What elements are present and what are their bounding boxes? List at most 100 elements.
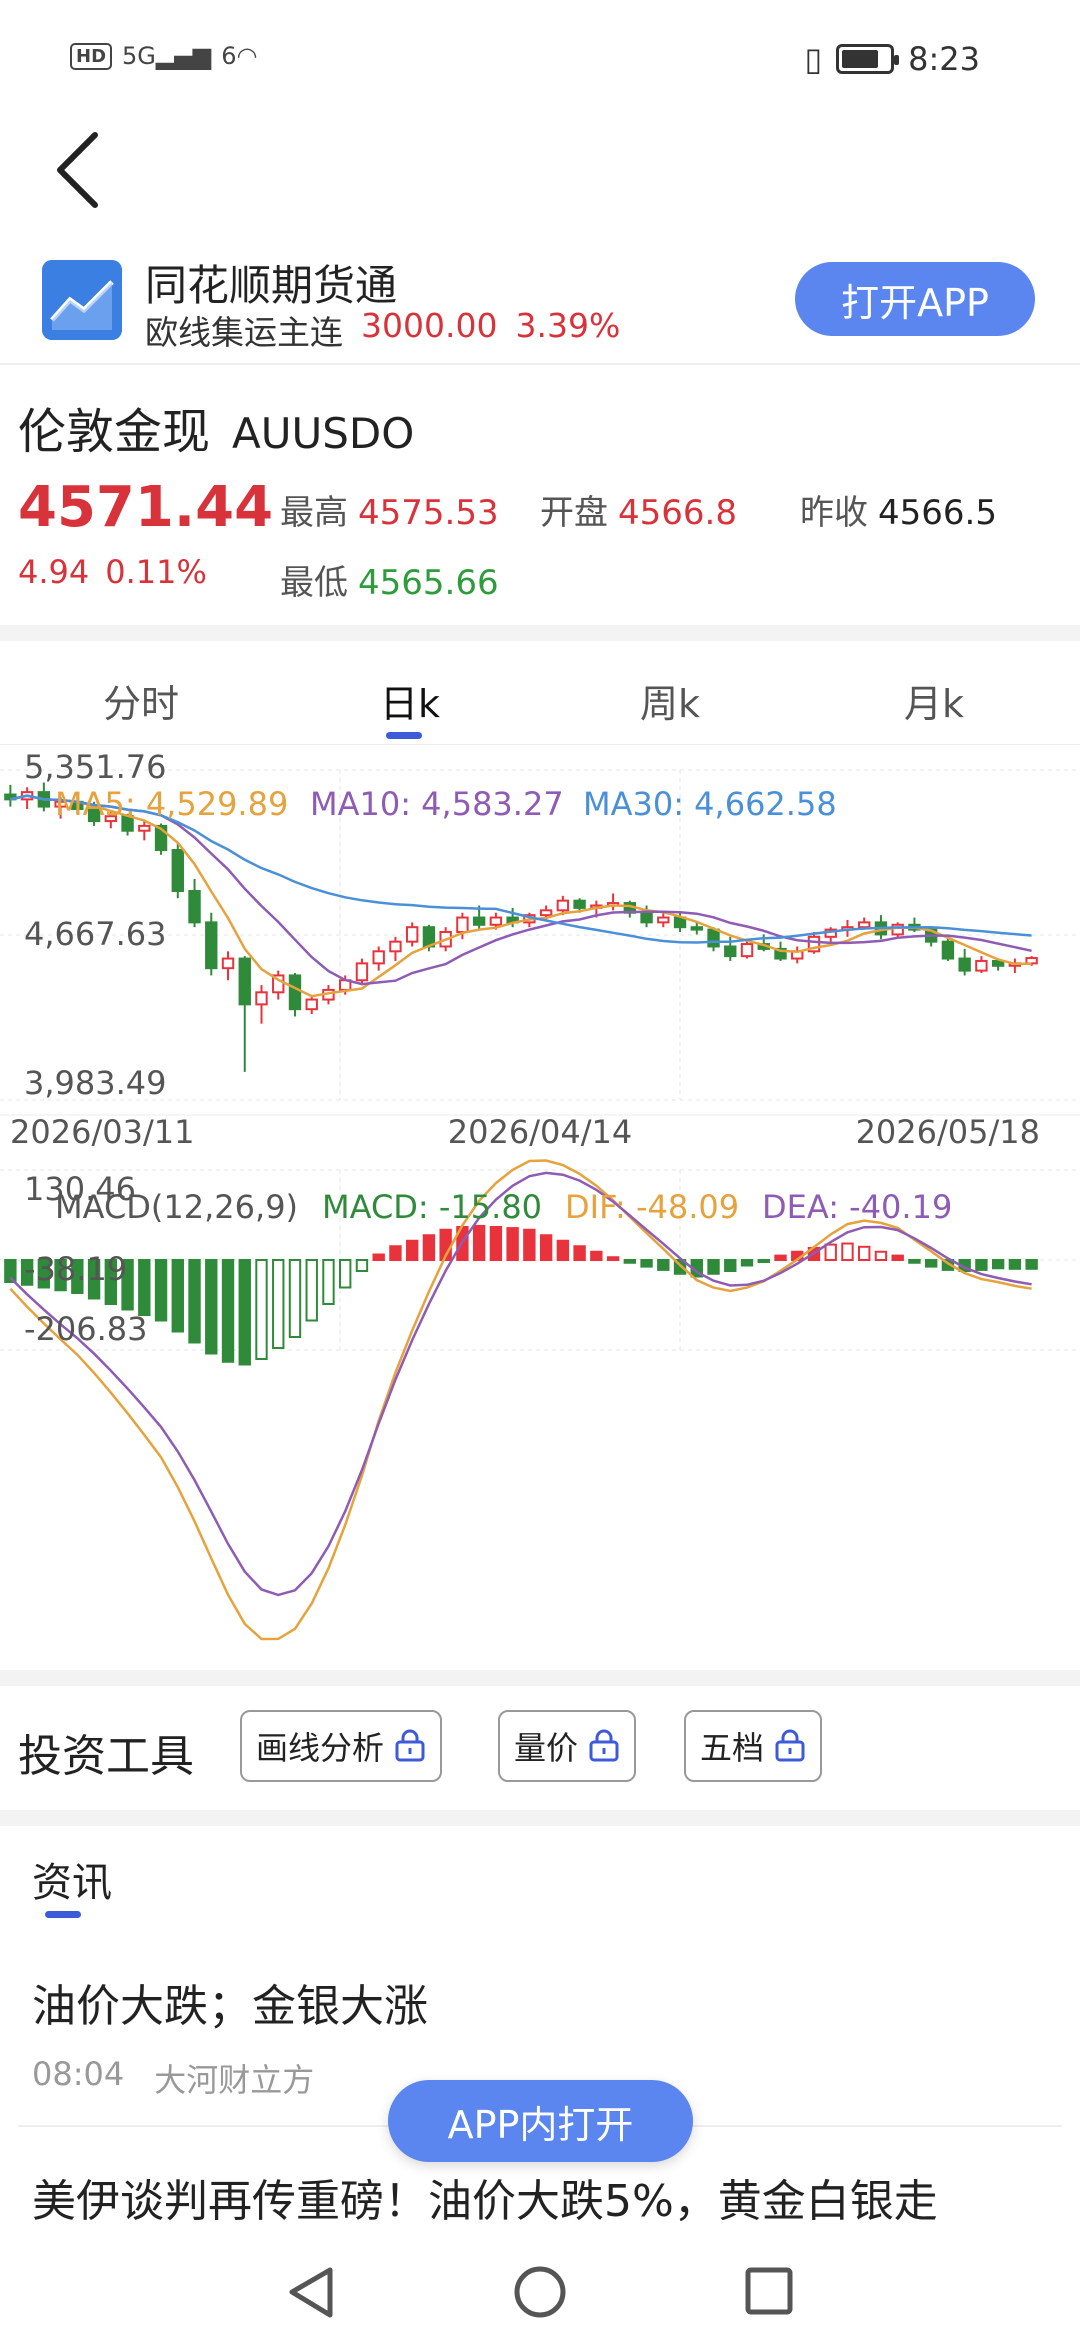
change-percent: 0.11% <box>105 553 207 591</box>
tool-five-levels-button[interactable]: 五档 <box>684 1710 823 1782</box>
macd-bar <box>238 1259 251 1366</box>
candle <box>573 899 586 909</box>
candle <box>539 909 553 917</box>
status-right: ▯ 8:23 <box>805 40 980 78</box>
candle <box>255 991 268 1006</box>
open-app-button[interactable]: 打开APP <box>795 262 1035 336</box>
macd-bar <box>205 1259 218 1355</box>
lock-icon <box>589 1729 619 1762</box>
macd-bar <box>221 1259 235 1363</box>
stat-high: 最高 4575.53 <box>280 493 499 533</box>
stat-open: 开盘 4566.8 <box>540 493 737 533</box>
tab-weekly[interactable]: 周k <box>640 673 700 728</box>
tool-volume-price-button[interactable]: 量价 <box>498 1710 637 1782</box>
tools-title: 投资工具 <box>18 1731 194 1782</box>
candle <box>489 916 503 926</box>
date-label-start: 2026/03/11 <box>10 1113 194 1151</box>
macd-bar <box>539 1234 553 1262</box>
lock-icon <box>395 1729 425 1762</box>
dea-value: DEA: -40.19 <box>762 1188 952 1226</box>
status-bar: HD 5G▂▄▆ 6◠ ▯ 8:23 <box>0 0 1080 120</box>
macd-bar <box>272 1259 285 1350</box>
news-headline[interactable]: 油价大跌；金银大涨 <box>32 1970 428 2034</box>
section-divider <box>0 625 1080 641</box>
ma-legend-ma10: MA10: 4,583.27 <box>310 785 564 823</box>
candle <box>958 957 971 972</box>
wifi-icon: 6◠ <box>221 42 258 70</box>
macd-y-min-label: -206.83 <box>24 1310 148 1348</box>
macd-bar <box>975 1259 988 1271</box>
macd-bar <box>506 1227 519 1262</box>
macd-bar <box>305 1259 318 1322</box>
candle <box>941 940 955 960</box>
macd-bar <box>339 1259 352 1289</box>
candle <box>389 940 402 953</box>
macd-bar <box>924 1259 938 1268</box>
investment-tools: 投资工具 画线分析 量价 五档 <box>0 1690 1080 1810</box>
macd-y-mid-label: -38.19 <box>24 1250 127 1288</box>
candle <box>405 926 419 943</box>
stat-low: 最低 4565.66 <box>280 563 499 603</box>
macd-bar <box>824 1243 837 1262</box>
macd-bar <box>991 1259 1005 1270</box>
macd-bar <box>891 1254 904 1262</box>
banner-instrument: 欧线集运主连 3000.00 3.39% <box>145 306 620 354</box>
instrument-name: 欧线集运主连 <box>145 313 343 352</box>
candle <box>657 916 670 924</box>
y-min-label: 3,983.49 <box>24 1064 167 1102</box>
macd-bar <box>590 1250 603 1262</box>
macd-bar <box>405 1239 419 1262</box>
macd-bar <box>171 1259 184 1333</box>
macd-bar <box>573 1245 586 1262</box>
app-name: 同花顺期货通 <box>145 261 398 310</box>
quote-name: 伦敦金现 <box>18 404 211 460</box>
section-divider <box>0 1810 1080 1826</box>
macd-bar <box>1025 1259 1038 1270</box>
quote-change: 4.94 0.11% <box>18 553 207 591</box>
macd-bar <box>707 1259 720 1275</box>
news-tab[interactable]: 资讯 <box>32 1850 112 1908</box>
tab-intraday[interactable]: 分时 <box>103 673 179 728</box>
macd-bar <box>288 1259 302 1339</box>
macd-bar <box>322 1259 335 1306</box>
y-mid-label: 4,667.63 <box>24 915 167 953</box>
clock: 8:23 <box>908 40 980 78</box>
macd-bar <box>154 1259 168 1322</box>
lock-icon <box>775 1729 805 1762</box>
news-headline[interactable]: 美伊谈判再传重磅！油价大跌5%，黄金白银走 <box>32 2165 938 2229</box>
macd-bar <box>740 1259 754 1267</box>
macd-bar <box>606 1256 620 1262</box>
macd-bar <box>523 1228 536 1262</box>
quote-code: AUUSDO <box>232 409 415 458</box>
candle <box>456 916 469 934</box>
candle <box>858 921 871 929</box>
open-in-app-button[interactable]: APP内打开 <box>388 2080 693 2162</box>
macd-bar <box>874 1250 888 1262</box>
macd-bar <box>841 1242 854 1262</box>
macd-bar <box>640 1259 653 1268</box>
news-time: 08:04 <box>32 2055 125 2093</box>
quote-title: 伦敦金现 AUUSDO <box>18 392 414 462</box>
instrument-change: 3.39% <box>515 306 621 345</box>
ma-legend-ma30: MA30: 4,662.58 <box>583 785 837 823</box>
nav-home-icon[interactable] <box>514 2266 566 2318</box>
nav-back-icon[interactable] <box>289 2267 333 2318</box>
macd-bar <box>138 1259 151 1317</box>
candle <box>740 943 754 958</box>
candle <box>355 962 369 982</box>
tool-drawing-analysis-button[interactable]: 画线分析 <box>240 1710 443 1782</box>
candle <box>188 890 201 924</box>
candle <box>975 959 988 972</box>
macd-bar <box>255 1259 268 1361</box>
back-arrow-icon[interactable] <box>50 125 110 215</box>
macd-bar <box>188 1259 201 1344</box>
nav-recents-icon[interactable] <box>745 2267 793 2315</box>
news-meta: 08:04 大河财立方 <box>32 2055 314 2101</box>
kline-chart[interactable]: 5,351.76 4,667.63 3,983.49 MA5: 4,529.89 MA1… <box>0 750 1080 1650</box>
candle <box>472 916 486 926</box>
system-nav-bar <box>0 2240 1080 2340</box>
candle <box>305 998 318 1011</box>
hd-badge: HD <box>70 42 113 70</box>
tab-daily[interactable]: 日k <box>380 673 440 728</box>
tab-monthly[interactable]: 月k <box>904 673 964 728</box>
